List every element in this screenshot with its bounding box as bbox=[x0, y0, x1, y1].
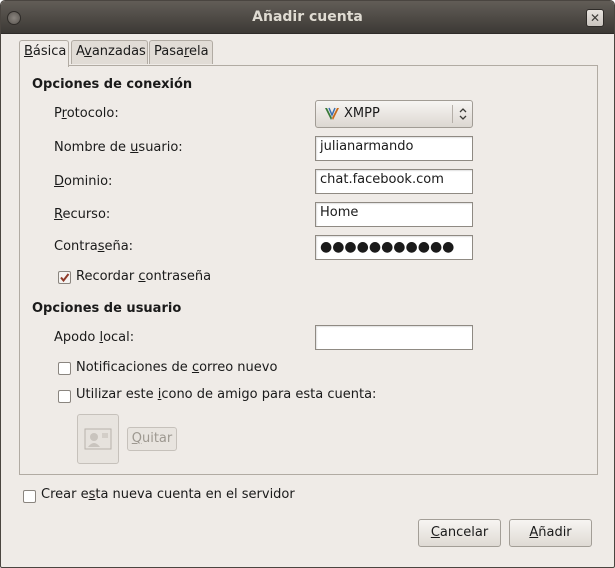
tab-pasarela[interactable]: Pasarela bbox=[149, 40, 213, 64]
buddy-icon-label[interactable]: Utilizar este icono de amigo para esta c… bbox=[76, 387, 376, 402]
register-account-label[interactable]: Crear esta nueva cuenta en el servidor bbox=[41, 487, 295, 502]
combo-divider bbox=[452, 105, 453, 123]
tab-basica[interactable]: Básica bbox=[19, 40, 69, 67]
password-input[interactable]: ●●●●●●●●●●● bbox=[315, 235, 473, 260]
add-account-dialog: Añadir cuenta ✕ Básica Avanzadas Pasarel… bbox=[0, 0, 615, 568]
tab-basica-mnemonic: B bbox=[24, 44, 33, 59]
add-button[interactable]: Añadir bbox=[509, 519, 592, 547]
up-down-arrows-icon bbox=[459, 108, 467, 120]
username-input[interactable]: julianarmando bbox=[315, 136, 473, 161]
protocol-combo[interactable]: XMPP bbox=[315, 100, 473, 128]
tab-avanzadas[interactable]: Avanzadas bbox=[71, 40, 148, 64]
mail-notifications-checkbox[interactable] bbox=[58, 362, 71, 375]
remove-icon-button[interactable]: Quitar bbox=[127, 427, 177, 451]
window-title: Añadir cuenta bbox=[252, 9, 363, 25]
buddy-picture-icon bbox=[84, 428, 112, 450]
resource-input[interactable]: Home bbox=[315, 202, 473, 227]
protocol-value: XMPP bbox=[344, 106, 380, 121]
protocol-label: Protocolo: bbox=[54, 106, 119, 121]
cancel-button[interactable]: Cancelar bbox=[418, 519, 501, 547]
buddy-icon-button[interactable] bbox=[77, 414, 119, 464]
user-options-heading: Opciones de usuario bbox=[32, 301, 182, 316]
username-label: Nombre de usuario: bbox=[54, 140, 183, 155]
xmpp-icon bbox=[325, 107, 339, 120]
checkmark-icon bbox=[60, 273, 70, 283]
buddy-icon-checkbox[interactable] bbox=[58, 390, 71, 403]
alias-label: Apodo local: bbox=[54, 330, 135, 345]
register-account-checkbox[interactable] bbox=[23, 490, 36, 503]
domain-input[interactable]: chat.facebook.com bbox=[315, 169, 473, 194]
mail-notifications-label[interactable]: Notificaciones de correo nuevo bbox=[76, 360, 277, 375]
connection-options-heading: Opciones de conexión bbox=[32, 77, 193, 92]
remember-password-label[interactable]: Recordar contraseña bbox=[76, 269, 211, 284]
alias-input[interactable] bbox=[315, 325, 473, 350]
title-bar[interactable]: Añadir cuenta ✕ bbox=[1, 1, 614, 34]
remember-password-checkbox[interactable] bbox=[58, 271, 71, 284]
tab-avanzadas-mnemonic: v bbox=[84, 44, 92, 59]
close-window-button[interactable]: ✕ bbox=[586, 9, 604, 27]
password-label: Contraseña: bbox=[54, 239, 134, 254]
resource-label: Recurso: bbox=[54, 207, 111, 222]
close-icon: ✕ bbox=[589, 11, 601, 25]
domain-label: Dominio: bbox=[54, 174, 113, 189]
